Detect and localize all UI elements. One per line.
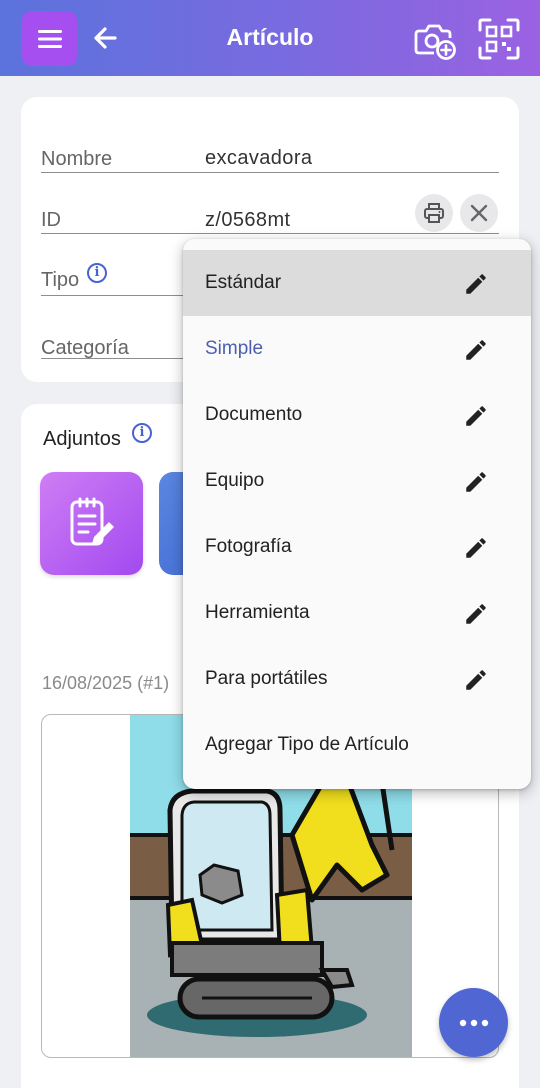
- categoria-label: Categoría: [41, 337, 129, 359]
- close-icon: [470, 204, 488, 222]
- tipo-label: Tipo: [41, 269, 80, 291]
- attachment-date: 16/08/2025 (#1): [42, 673, 170, 693]
- attachments-info-icon[interactable]: i: [132, 423, 152, 443]
- id-underline: [41, 233, 499, 234]
- edit-type-button[interactable]: [461, 665, 491, 695]
- add-photo-button[interactable]: [412, 16, 458, 62]
- edit-type-button[interactable]: [461, 401, 491, 431]
- type-option-estandar[interactable]: Estándar: [183, 250, 531, 316]
- nombre-underline: [41, 172, 499, 173]
- type-option-label: Equipo: [205, 470, 265, 491]
- type-option-label: Para portátiles: [205, 668, 328, 689]
- add-note-button[interactable]: [40, 472, 143, 575]
- add-item-type-label: Agregar Tipo de Artículo: [205, 734, 409, 755]
- nombre-input[interactable]: excavadora: [205, 147, 312, 170]
- type-option-label: Simple: [205, 338, 264, 359]
- type-option-herramienta[interactable]: Herramienta: [183, 580, 531, 646]
- type-option-fotografia[interactable]: Fotografía: [183, 514, 531, 580]
- type-option-label: Documento: [205, 404, 303, 425]
- edit-type-button[interactable]: [461, 335, 491, 365]
- type-option-para-portatiles[interactable]: Para portátiles: [183, 646, 531, 712]
- edit-type-button[interactable]: [461, 533, 491, 563]
- id-input[interactable]: z/0568mt: [205, 209, 290, 232]
- more-horizontal-icon: [459, 1019, 488, 1026]
- type-option-equipo[interactable]: Equipo: [183, 448, 531, 514]
- item-type-dropdown: Estándar Simple Documento Equipo Fotogra…: [183, 239, 531, 789]
- pencil-icon: [466, 604, 486, 624]
- scan-qr-button[interactable]: [476, 16, 522, 62]
- more-actions-fab[interactable]: [439, 988, 508, 1057]
- clear-id-button[interactable]: [460, 194, 498, 232]
- type-option-label: Estándar: [205, 272, 282, 293]
- categoria-underline: [41, 358, 206, 359]
- pencil-icon: [466, 340, 486, 360]
- note-edit-icon: [70, 497, 114, 545]
- type-option-label: Fotografía: [205, 536, 292, 557]
- tipo-underline: [41, 295, 206, 296]
- attachments-title: Adjuntos: [43, 428, 121, 450]
- edit-type-button[interactable]: [461, 599, 491, 629]
- tipo-info-icon[interactable]: i: [87, 263, 107, 283]
- printer-icon: [424, 203, 444, 223]
- nombre-label: Nombre: [41, 148, 113, 170]
- print-button[interactable]: [415, 194, 453, 232]
- pencil-icon: [466, 472, 486, 492]
- top-app-bar: Artículo: [0, 0, 540, 76]
- page-title: Artículo: [226, 24, 314, 50]
- add-item-type-option[interactable]: Agregar Tipo de Artículo: [183, 712, 531, 778]
- pencil-icon: [466, 670, 486, 690]
- edit-type-button[interactable]: [461, 467, 491, 497]
- pencil-icon: [466, 538, 486, 558]
- camera-plus-icon: [414, 24, 456, 60]
- type-option-label: Herramienta: [205, 602, 310, 623]
- id-label: ID: [41, 209, 61, 231]
- type-option-documento[interactable]: Documento: [183, 382, 531, 448]
- edit-type-button[interactable]: [461, 269, 491, 299]
- pencil-icon: [466, 274, 486, 294]
- type-option-simple[interactable]: Simple: [183, 316, 531, 382]
- qr-scan-icon: [478, 18, 520, 60]
- pencil-icon: [466, 406, 486, 426]
